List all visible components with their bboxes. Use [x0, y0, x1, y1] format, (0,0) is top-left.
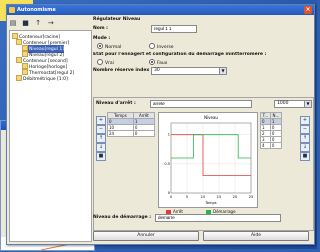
chart-title: Niveau	[204, 115, 218, 120]
nom-input[interactable]	[151, 25, 197, 33]
up-arrow-icon[interactable]: ↑	[34, 19, 42, 27]
mode-normal-radio[interactable]: Normal	[97, 43, 121, 51]
arret-table[interactable]: Temps Arrêt 0 1 10 0 24 0	[107, 112, 156, 137]
remove-row-button[interactable]: −	[96, 125, 106, 134]
radio-dot-icon	[149, 43, 155, 49]
table-cell[interactable]: 24	[107, 130, 134, 137]
remove-row-button-right[interactable]: −	[300, 125, 310, 134]
radio-label: Inverse	[157, 45, 174, 50]
mode-label: Mode :	[93, 36, 111, 41]
aide-button[interactable]: Aide	[203, 231, 309, 241]
nombre-combo[interactable]: 30 ▼	[151, 67, 227, 75]
radio-dot-icon	[149, 59, 155, 65]
table-cell[interactable]: 0	[269, 142, 283, 149]
tree-item-label: Débitmétrique [1:0]	[23, 77, 68, 82]
y-tick-label: 0.5	[164, 162, 170, 166]
nombre-label: Nombre réserve index :	[93, 68, 153, 73]
niveau-arret-label: Niveau d'arrêt :	[96, 101, 136, 106]
tree-item-debit[interactable]: Débitmétrique [1:0]	[16, 75, 68, 83]
tree-panel[interactable]: Conteneur[racine] Conteneur [premier] Ni…	[9, 30, 92, 242]
close-icon[interactable]: ×	[304, 6, 312, 14]
y-tick-label: 0	[168, 191, 170, 195]
add-row-button-right[interactable]: +	[300, 116, 310, 125]
nom-label: Nom :	[93, 26, 108, 31]
etat-vrai-radio[interactable]: Vrai	[97, 59, 114, 67]
radio-label: Faux	[157, 61, 168, 66]
x-axis-label: Temps	[204, 201, 216, 205]
table-cell[interactable]: 4	[260, 142, 271, 149]
annuler-button[interactable]: Annuler	[93, 231, 199, 241]
x-tick-label: 10	[201, 195, 205, 199]
save-icon[interactable]: ■	[22, 19, 30, 27]
chart-svg: Niveau 0 5 10 15 20 25 0 0.5 1 Temps	[164, 115, 253, 205]
niveau-demarrage-label: Niveau de démarrage :	[93, 215, 152, 220]
move-up-button-right[interactable]: ↑	[300, 134, 310, 143]
toolbar: ▤ ■ ↑ →	[9, 19, 91, 29]
x-tick-label: 15	[217, 195, 221, 199]
mode-inverse-radio[interactable]: Inverse	[149, 43, 174, 51]
folder-icon[interactable]: ▤	[9, 19, 17, 27]
niveau-arret-input[interactable]	[150, 100, 252, 108]
niveau-unit-combo[interactable]: 1000 ▼	[274, 100, 312, 108]
app-icon	[9, 7, 15, 13]
table-cell[interactable]: 0	[132, 130, 156, 137]
etat-faux-radio[interactable]: Faux	[149, 59, 167, 67]
move-up-button[interactable]: ↑	[96, 134, 106, 143]
table-row[interactable]: 24 0	[107, 130, 156, 137]
combo-value: 30	[154, 68, 160, 73]
x-tick-label: 5	[186, 195, 188, 199]
radio-label: Vrai	[105, 61, 114, 66]
radio-dot-icon	[97, 43, 103, 49]
table-row[interactable]: 40	[260, 142, 283, 149]
add-row-button[interactable]: +	[96, 116, 106, 125]
series-line-1	[171, 134, 251, 159]
demarrage-table[interactable]: T... N... 01 10 20 30 40	[260, 112, 283, 149]
chevron-down-icon[interactable]: ▼	[304, 101, 311, 107]
combo-value: 1000	[277, 101, 289, 106]
right-arrow-icon[interactable]: →	[47, 19, 55, 27]
x-tick-label: 0	[170, 195, 172, 199]
radio-label: Normal	[105, 45, 122, 50]
form-header: Régulateur Niveau	[93, 17, 141, 22]
move-down-button-right[interactable]: ↓	[300, 143, 310, 152]
window-title: Autonomisme	[17, 7, 56, 13]
save-table-button[interactable]: ■	[96, 152, 106, 161]
move-down-button[interactable]: ↓	[96, 143, 106, 152]
main-window[interactable]: Autonomisme × ▤ ■ ↑ → Conteneur[racine] …	[6, 4, 315, 245]
niveau-chart: Niveau 0 5 10 15 20 25 0 0.5 1 Temps	[158, 112, 258, 208]
radio-dot-icon	[97, 59, 103, 65]
etat-label: État pour l'ennagert et configuration du…	[93, 52, 267, 57]
x-tick-label: 20	[233, 195, 237, 199]
node-icon	[16, 75, 22, 81]
series-line-0	[171, 134, 251, 176]
x-tick-label: 25	[249, 195, 253, 199]
save-table-button-right[interactable]: ■	[300, 152, 310, 161]
niveau-demarrage-input[interactable]	[155, 214, 281, 222]
properties-panel: Régulateur Niveau Nom : Mode : Normal In…	[93, 17, 314, 242]
niveau-panel: Niveau d'arrêt : 1000▼ + − ↑ ↓ ■ Temps A…	[93, 97, 314, 231]
chevron-down-icon[interactable]: ▼	[219, 68, 226, 74]
window-titlebar[interactable]: Autonomisme ×	[7, 5, 314, 15]
y-tick-label: 1	[168, 133, 170, 137]
